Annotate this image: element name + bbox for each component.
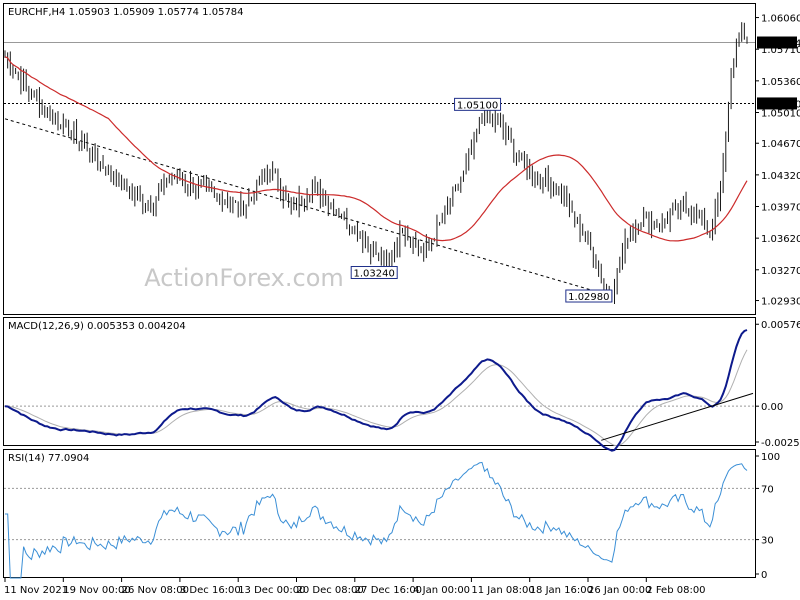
rsi-y-tick-label: 30 (761, 536, 774, 547)
price-y-tick-label: 1.03970 (761, 203, 800, 214)
rsi-y-tick-label: 100 (761, 452, 780, 463)
price-y-tick-label: 1.02930 (761, 297, 800, 308)
x-tick-label: 13 Dec 00:00 (238, 585, 305, 596)
price-annotation: 1.03240 (350, 266, 398, 280)
price-y-tick-label: 1.04320 (761, 171, 800, 182)
price-tag: 1.05784 (757, 36, 800, 50)
annotation-label: 1.03240 (354, 269, 395, 280)
macd-y-tick-label: -0.002546 (761, 438, 800, 449)
price-tag: 1.05110 (757, 97, 800, 110)
price-annotation: 1.02980 (565, 289, 613, 303)
price-y-tick-label: 1.06060 (761, 14, 800, 25)
x-tick-label: 18 Jan 16:00 (530, 585, 593, 596)
macd-pane-frame (3, 317, 756, 446)
price-y-tick-label: 1.03620 (761, 234, 800, 245)
x-tick-label: 20 Dec 08:00 (297, 585, 364, 596)
macd-y-tick-label: 0.005761 (761, 320, 800, 331)
macd-pane-title: MACD(12,26,9) 0.005353 0.004204 (8, 321, 186, 332)
rsi-y-tick-label: 0 (761, 570, 767, 581)
forex-chart: ActionForex.com 1.05100 1.03240 1.02980 1.… (3, 3, 800, 596)
annotation-label: 1.05100 (457, 100, 498, 111)
x-tick-label: 4 Jan 00:00 (413, 585, 470, 596)
price-pane-title: EURCHF,H4 1.05903 1.05909 1.05774 1.0578… (8, 7, 244, 18)
x-tick-label: 27 Dec 16:00 (355, 585, 422, 596)
watermark: ActionForex.com (144, 264, 344, 292)
x-tick-label: 11 Nov 2021 (4, 585, 68, 596)
x-tick-label: 11 Jan 08:00 (471, 585, 534, 596)
rsi-pane-title: RSI(14) 77.0904 (8, 453, 89, 464)
rsi-y-tick-label: 70 (761, 484, 774, 495)
annotation-label: 1.02980 (568, 292, 609, 303)
price-tag-label: 1.05110 (760, 99, 800, 110)
x-tick-label: 19 Nov 00:00 (63, 585, 130, 596)
price-tag-label: 1.05784 (760, 39, 800, 50)
price-y-tick-label: 1.03270 (761, 266, 800, 277)
x-tick-label: 2 Feb 08:00 (646, 585, 705, 596)
price-annotation: 1.05100 (454, 97, 502, 111)
price-y-tick-label: 1.05360 (761, 77, 800, 88)
price-y-tick-label: 1.04670 (761, 139, 800, 150)
macd-y-tick-label: 0.00 (761, 402, 783, 413)
x-tick-label: 3 Dec 16:00 (180, 585, 241, 596)
rsi-pane-frame (3, 449, 756, 578)
x-tick-label: 26 Jan 00:00 (588, 585, 651, 596)
